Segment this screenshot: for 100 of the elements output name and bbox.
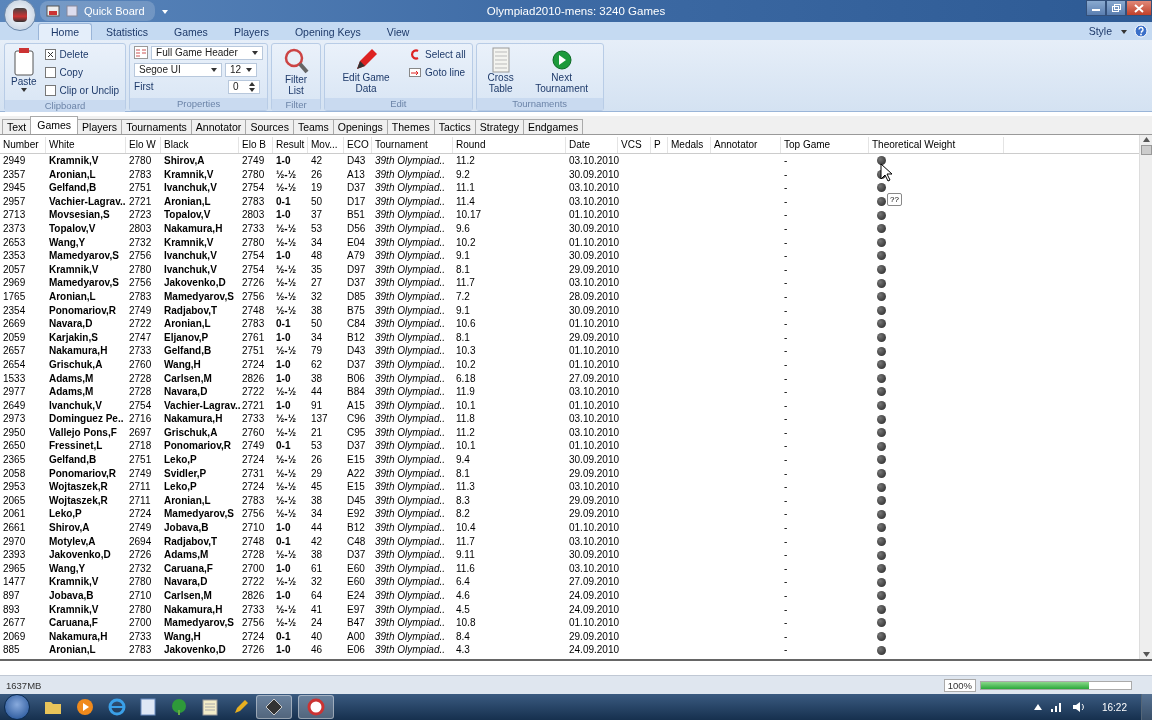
column-header[interactable]: Elo B xyxy=(239,137,273,153)
column-header[interactable]: White xyxy=(46,137,126,153)
save-icon[interactable] xyxy=(46,5,60,17)
document-tab[interactable]: Tactics xyxy=(433,119,476,134)
header-format-dropdown[interactable]: Full Game Header xyxy=(151,45,264,60)
column-header[interactable]: ECO xyxy=(344,137,372,153)
volume-icon[interactable] xyxy=(1071,701,1086,713)
first-spinner[interactable]: 0 xyxy=(228,79,261,94)
player-cell-text: Ivanchuk,V xyxy=(163,181,218,195)
browser-icon[interactable] xyxy=(108,698,126,716)
media-player-icon[interactable] xyxy=(76,698,94,716)
scroll-thumb[interactable] xyxy=(1140,145,1152,155)
document-tab[interactable]: Players xyxy=(77,119,123,134)
ribbon-tab[interactable]: Players xyxy=(221,24,281,40)
player-cell-text: Wang,H xyxy=(163,629,202,644)
tournament-cell-text: 39th Olympiad.. xyxy=(374,194,447,209)
round-cell-text: 8.3 xyxy=(455,493,471,508)
ribbon-button[interactable]: Goto line xyxy=(407,64,468,80)
tree-icon[interactable] xyxy=(170,698,188,716)
column-header[interactable]: Mov... xyxy=(308,137,344,153)
scroll-up-icon[interactable] xyxy=(1142,137,1150,142)
document-tab[interactable]: Tournaments xyxy=(121,119,192,134)
ribbon-tab[interactable]: Opening Keys xyxy=(282,24,373,40)
document-tab[interactable]: Games xyxy=(30,116,79,134)
font-size-dropdown[interactable]: 12 xyxy=(225,62,258,77)
date-cell-text: 29.09.2010 xyxy=(568,493,618,508)
eco-cell-text: A79 xyxy=(346,249,366,263)
network-icon[interactable] xyxy=(1049,701,1064,713)
close-button[interactable] xyxy=(1126,0,1152,16)
top-game-cell-text: - xyxy=(783,534,789,549)
top-game-cell-text: - xyxy=(783,249,789,263)
tournament-cell-text: 39th Olympiad.. xyxy=(374,480,447,494)
eco-cell-text: A22 xyxy=(346,466,366,481)
notepad-icon[interactable] xyxy=(202,698,218,716)
ribbon-tab[interactable]: Statistics xyxy=(94,24,161,40)
result-cell-text: ½-½ xyxy=(275,493,297,508)
column-header[interactable]: Elo W xyxy=(126,137,161,153)
round-cell-text: 10.1 xyxy=(455,398,477,413)
column-header[interactable]: Result xyxy=(273,137,308,153)
font-dropdown[interactable]: Segoe UI xyxy=(134,62,223,77)
taskbar-button[interactable] xyxy=(256,695,292,719)
document-tab[interactable]: Strategy xyxy=(474,119,524,134)
eco-cell-text: E15 xyxy=(346,480,366,494)
column-header[interactable]: Top Game xyxy=(781,137,869,153)
column-header[interactable]: Black xyxy=(161,137,239,153)
edit-game-data-button[interactable]: Edit Game Data xyxy=(329,46,404,96)
document-tab[interactable]: Text xyxy=(2,119,32,134)
document-tab[interactable]: Sources xyxy=(245,119,294,134)
round-cell-text: 11.7 xyxy=(455,276,476,290)
dropdown-icon[interactable] xyxy=(1120,27,1128,35)
dropdown-icon xyxy=(246,67,253,72)
column-header[interactable]: Date xyxy=(566,137,618,153)
style-menu[interactable]: Style xyxy=(1088,25,1112,37)
column-header[interactable]: Round xyxy=(453,137,566,153)
scroll-down-icon[interactable] xyxy=(1142,652,1150,657)
column-header[interactable]: Tournament xyxy=(372,137,453,153)
ribbon-tab[interactable]: Home xyxy=(38,23,92,40)
tray-arrow-icon[interactable] xyxy=(1033,704,1042,710)
ribbon-button[interactable]: Copy xyxy=(42,64,122,80)
document-tab[interactable]: Endgames xyxy=(522,119,584,134)
round-cell-text: 11.6 xyxy=(455,561,476,576)
restore-button[interactable] xyxy=(1106,0,1126,16)
tournament-cell-text: 39th Olympiad.. xyxy=(374,344,447,358)
paste-button[interactable]: Paste xyxy=(9,46,39,98)
column-header[interactable]: Theoretical Weight xyxy=(869,137,1004,153)
rating-cell-text: 2726 xyxy=(241,643,266,657)
column-header[interactable]: Number xyxy=(0,137,46,153)
folder-icon[interactable] xyxy=(44,699,62,715)
help-icon[interactable] xyxy=(1134,24,1148,38)
column-header[interactable]: Medals xyxy=(668,137,711,153)
ribbon-tab[interactable]: Games xyxy=(162,24,220,40)
vertical-scrollbar[interactable] xyxy=(1139,135,1152,659)
document-icon[interactable] xyxy=(140,698,156,716)
pencil-icon[interactable] xyxy=(232,698,250,716)
date-cell-text: 30.09.2010 xyxy=(568,303,618,318)
minimize-button[interactable] xyxy=(1086,0,1106,16)
document-tab[interactable]: Teams xyxy=(292,119,334,134)
group-label: Properties xyxy=(130,98,268,110)
ribbon-button[interactable]: Clip or Unclip xyxy=(42,82,122,98)
ribbon-button[interactable]: Cross Table xyxy=(480,46,521,96)
checkbox-icon xyxy=(44,84,56,96)
ribbon-button[interactable]: Select all xyxy=(407,46,468,62)
ribbon-button[interactable]: Delete xyxy=(42,46,122,62)
dropdown-icon[interactable] xyxy=(160,7,169,15)
date-cell-text: 01.10.2010 xyxy=(568,235,618,250)
document-tab[interactable]: Openings xyxy=(332,119,388,134)
zoom-slider[interactable] xyxy=(980,680,1132,690)
ribbon-button[interactable]: Next Tournament xyxy=(524,46,599,96)
document-tab[interactable]: Annotator xyxy=(190,119,247,134)
column-header[interactable]: P xyxy=(651,137,668,153)
document-tab[interactable]: Themes xyxy=(386,119,435,134)
result-cell-text: ½-½ xyxy=(275,221,297,236)
column-header[interactable]: Annotator xyxy=(711,137,781,153)
start-button[interactable] xyxy=(4,694,30,720)
ribbon-tab[interactable]: View xyxy=(374,24,422,40)
taskbar-button[interactable] xyxy=(298,695,334,719)
column-header[interactable]: VCS xyxy=(618,137,651,153)
clock[interactable]: 16:22 xyxy=(1101,701,1127,713)
filter-list-button[interactable]: Filter List xyxy=(276,46,317,97)
round-cell-text: 10.3 xyxy=(455,344,477,358)
